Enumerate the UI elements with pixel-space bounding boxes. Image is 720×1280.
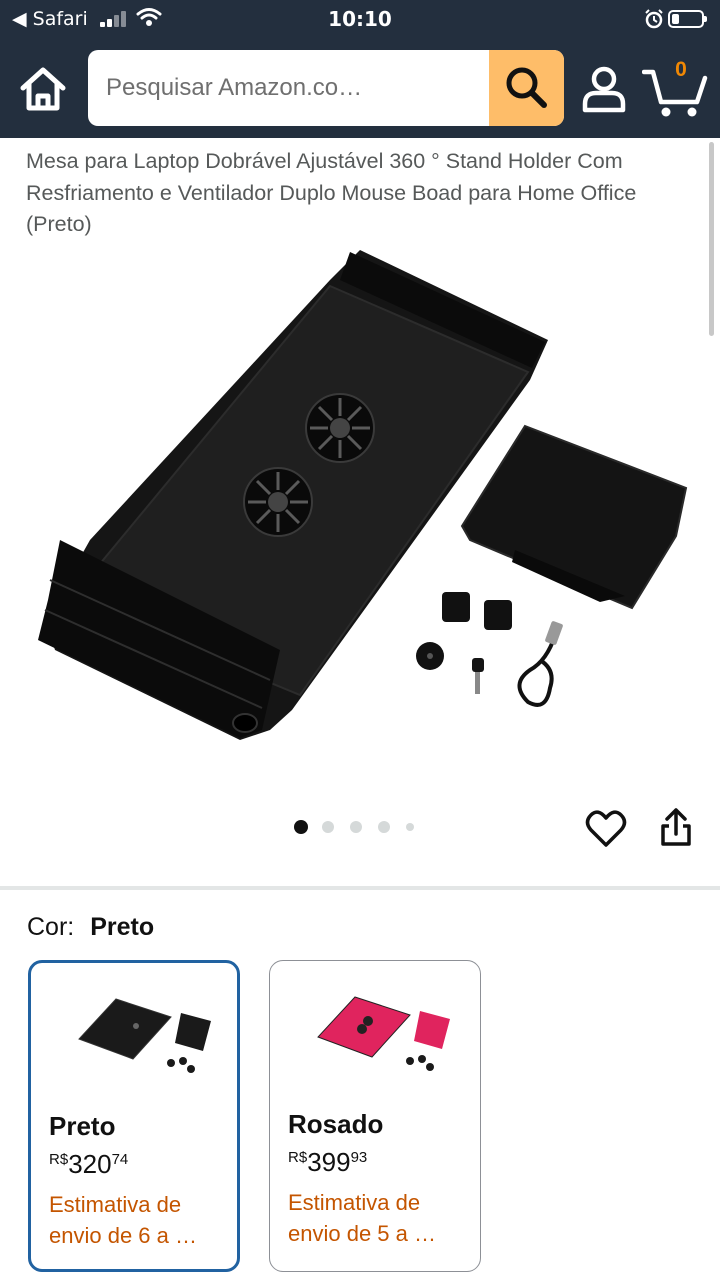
top-navigation: 0: [0, 38, 720, 138]
share-icon: [661, 808, 691, 846]
variant-thumbnail: [317, 996, 450, 1071]
variant-selected-value: Preto: [90, 913, 155, 941]
variant-shipping-estimate: Estimativa de envio de 5 a …: [288, 1190, 436, 1246]
search-bar: [88, 50, 564, 126]
variant-option-preto[interactable]: Preto R$32074 Estimativa de envio de 6 a…: [28, 960, 240, 1272]
carousel-dot[interactable]: [350, 821, 362, 833]
product-title: Mesa para Laptop Dobrável Ajustável 360 …: [26, 149, 637, 236]
variant-name: Rosado: [288, 1109, 384, 1139]
heart-icon: [585, 810, 627, 847]
search-icon: [506, 67, 547, 108]
search-button[interactable]: [489, 50, 564, 126]
account-button[interactable]: [580, 64, 628, 114]
share-button[interactable]: [656, 806, 696, 850]
variant-name: Preto: [49, 1111, 116, 1141]
add-to-wishlist-button[interactable]: [585, 809, 627, 849]
variant-thumbnail: [78, 998, 211, 1073]
section-divider: [0, 886, 720, 890]
image-carousel-indicator: [294, 818, 434, 836]
variant-label: Cor: Preto: [27, 913, 154, 942]
cart-count-badge: 0: [675, 58, 687, 81]
cart-button[interactable]: 0: [641, 58, 708, 120]
variant-shipping-estimate: Estimativa de envio de 6 a …: [49, 1192, 197, 1248]
product-image[interactable]: [0, 240, 720, 800]
user-icon: [582, 66, 626, 113]
variant-label-key: Cor:: [27, 913, 75, 941]
battery-icon: [668, 10, 707, 28]
variant-price: R$32074: [49, 1149, 129, 1179]
search-input[interactable]: [88, 50, 488, 126]
status-bar: ◀ Safari 10:10: [0, 0, 720, 38]
carousel-dot[interactable]: [406, 823, 414, 831]
clock: 10:10: [328, 7, 392, 31]
carousel-dot[interactable]: [294, 820, 308, 834]
home-button[interactable]: [14, 62, 72, 116]
home-icon: [20, 67, 66, 111]
carousel-dot[interactable]: [378, 821, 390, 833]
variant-price: R$39993: [288, 1147, 368, 1177]
carousel-dot[interactable]: [322, 821, 334, 833]
variant-option-rosado[interactable]: Rosado R$39993 Estimativa de envio de 5 …: [269, 960, 481, 1272]
alarm-icon: [645, 9, 663, 29]
